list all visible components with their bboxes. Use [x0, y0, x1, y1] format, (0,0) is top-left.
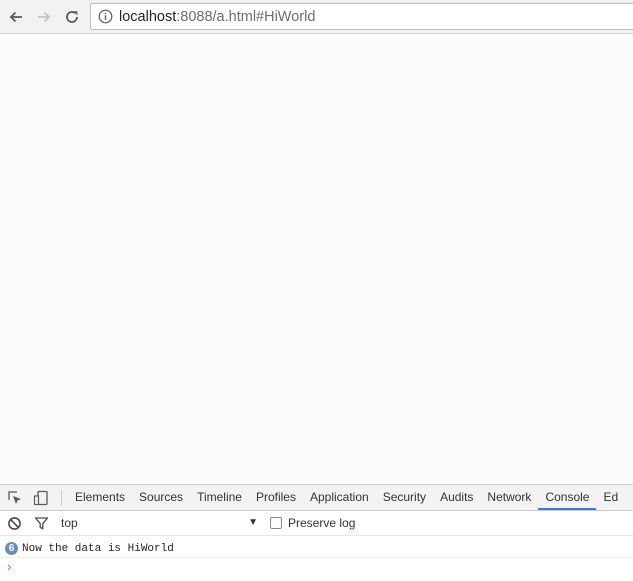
devtools-tabs: Elements Sources Timeline Profiles Appli…: [68, 485, 625, 510]
device-icon: [33, 490, 48, 506]
filter-icon[interactable]: [34, 516, 49, 531]
preserve-log-label: Preserve log: [288, 516, 356, 530]
tab-elements[interactable]: Elements: [68, 485, 132, 510]
device-toolbar-button[interactable]: [32, 489, 50, 507]
tab-application[interactable]: Application: [303, 485, 376, 510]
url-path: :8088/a.html#HiWorld: [176, 9, 316, 25]
url-host: localhost: [119, 9, 177, 25]
forward-button[interactable]: [33, 6, 55, 28]
url-text[interactable]: localhost:8088/a.html#HiWorld: [119, 9, 315, 25]
tab-sources[interactable]: Sources: [132, 485, 190, 510]
prompt-chevron-icon: ›: [7, 560, 12, 574]
browser-toolbar: localhost:8088/a.html#HiWorld: [0, 0, 633, 34]
tab-audits[interactable]: Audits: [433, 485, 480, 510]
console-message: 6 Now the data is HiWorld: [0, 540, 633, 558]
inspect-element-button[interactable]: [6, 489, 24, 507]
browser-window: localhost:8088/a.html#HiWorld Elements S…: [0, 0, 633, 581]
page-viewport: [0, 34, 633, 484]
arrow-left-icon: [9, 11, 22, 23]
tab-editor[interactable]: Ed: [596, 485, 625, 510]
reload-button[interactable]: [61, 6, 83, 28]
address-bar[interactable]: localhost:8088/a.html#HiWorld: [90, 3, 633, 30]
tab-console[interactable]: Console: [538, 485, 597, 510]
arrow-right-icon: [38, 11, 51, 23]
reload-icon: [66, 11, 78, 23]
devtools-tabbar: Elements Sources Timeline Profiles Appli…: [0, 485, 633, 511]
info-icon[interactable]: [98, 9, 113, 24]
tab-profiles[interactable]: Profiles: [249, 485, 303, 510]
tab-security[interactable]: Security: [376, 485, 433, 510]
context-select[interactable]: top ▼: [58, 514, 262, 532]
dropdown-arrow-icon: ▼: [248, 517, 258, 528]
console-prompt[interactable]: ›: [0, 559, 633, 577]
devtools-panel: Elements Sources Timeline Profiles Appli…: [0, 484, 633, 581]
repeat-count-badge: 6: [5, 542, 18, 555]
context-value: top: [61, 516, 78, 530]
console-message-text: Now the data is HiWorld: [22, 543, 174, 555]
tab-network[interactable]: Network: [480, 485, 538, 510]
clear-console-icon[interactable]: [7, 516, 22, 531]
preserve-log-checkbox[interactable]: [270, 517, 282, 529]
console-filter-bar: top ▼ Preserve log: [0, 511, 633, 536]
inspect-icon: [8, 491, 21, 504]
back-button[interactable]: [5, 6, 27, 28]
toolbar-divider: [61, 490, 62, 506]
tab-timeline[interactable]: Timeline: [190, 485, 249, 510]
